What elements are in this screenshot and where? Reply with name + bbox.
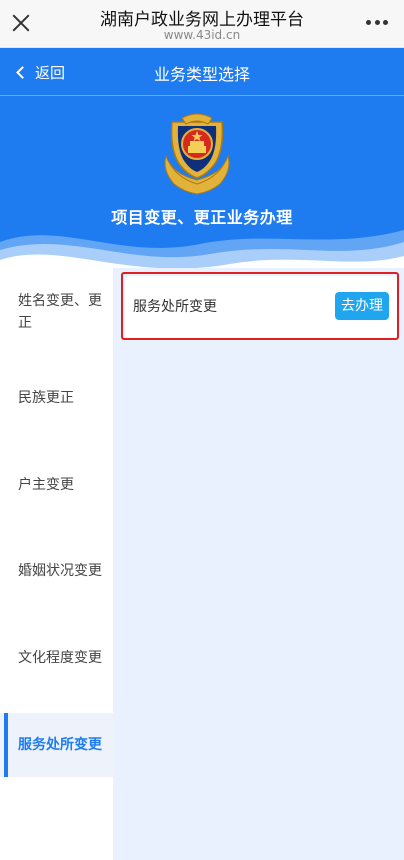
- page-header: 返回 业务类型选择 项目变更、更正业务办理: [0, 48, 404, 273]
- sidebar-item-label: 服务处所变更: [18, 737, 102, 753]
- item-label: 服务处所变更: [133, 299, 217, 315]
- sidebar-item-name-change[interactable]: 姓名变更、更正: [0, 290, 113, 334]
- sidebar-item-label: 文化程度变更: [18, 650, 102, 666]
- browser-title: 湖南户政业务网上办理平台: [100, 10, 304, 30]
- sidebar-item-education[interactable]: 文化程度变更: [0, 647, 113, 669]
- wave-decoration: [0, 230, 404, 273]
- sidebar-item-workplace[interactable]: 服务处所变更: [0, 713, 113, 777]
- category-sidebar: 姓名变更、更正 民族更正 户主变更 婚姻状况变更 文化程度变更 服务处所变更: [0, 268, 113, 860]
- sidebar-item-label: 民族更正: [18, 390, 74, 406]
- close-icon[interactable]: [10, 12, 32, 34]
- sidebar-item-label: 婚姻状况变更: [18, 563, 102, 579]
- sidebar-item-ethnicity[interactable]: 民族更正: [0, 387, 113, 409]
- page-title: 业务类型选择: [153, 65, 250, 84]
- sidebar-item-householder[interactable]: 户主变更: [0, 474, 113, 496]
- police-emblem-icon: [164, 113, 230, 195]
- sidebar-item-label: 户主变更: [18, 477, 74, 493]
- more-options-icon[interactable]: [366, 20, 388, 26]
- sidebar-item-label: 姓名变更、更正: [18, 293, 102, 331]
- content-area: 服务处所变更 去办理: [113, 268, 404, 860]
- nav-bar: 返回 业务类型选择: [0, 48, 404, 96]
- sidebar-item-marital-status[interactable]: 婚姻状况变更: [0, 560, 113, 582]
- list-item: 服务处所变更 去办理: [125, 276, 397, 338]
- browser-url: www.43id.cn: [163, 28, 241, 42]
- browser-toolbar: 湖南户政业务网上办理平台 www.43id.cn: [0, 0, 404, 48]
- go-handle-button[interactable]: 去办理: [335, 292, 389, 320]
